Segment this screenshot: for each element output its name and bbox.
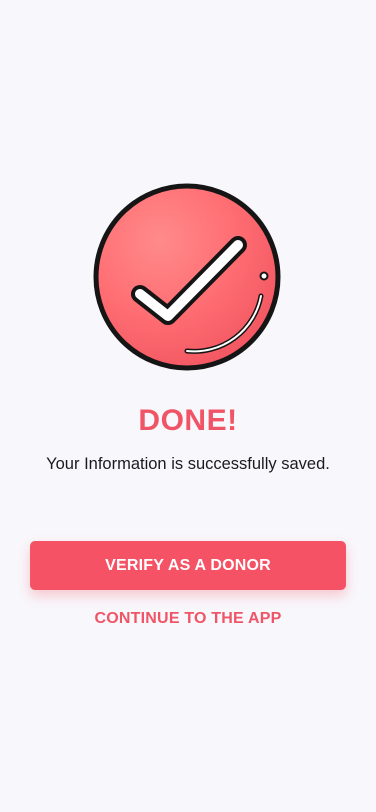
verify-donor-button[interactable]: VERIFY AS A DONOR <box>30 541 346 590</box>
success-message: Your Information is successfully saved. <box>46 455 330 473</box>
success-screen: DONE! Your Information is successfully s… <box>0 0 376 812</box>
continue-to-app-link[interactable]: CONTINUE TO THE APP <box>0 610 376 628</box>
success-title: DONE! <box>138 404 238 437</box>
check-circle-icon <box>90 180 284 374</box>
